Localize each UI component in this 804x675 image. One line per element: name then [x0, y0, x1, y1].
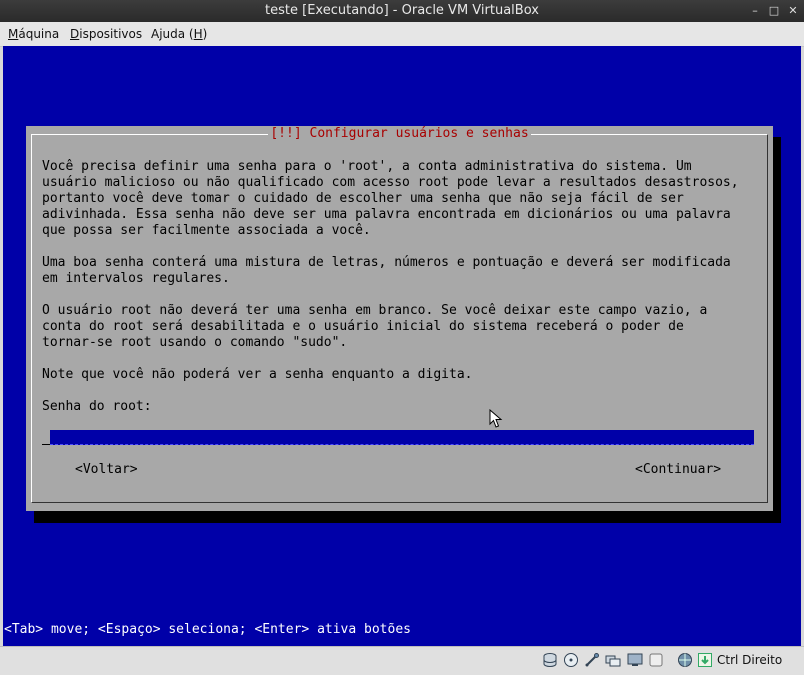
paragraph-hidden-input: Note que você não poderá ver a senha enq… [42, 367, 473, 382]
help-line: <Tab> move; <Espaço> seleciona; <Enter> … [4, 622, 411, 637]
network-icon[interactable] [677, 652, 693, 668]
paragraph-blank-password: O usuário root não deverá ter uma senha … [42, 303, 708, 350]
paragraph-good-password: Uma boa senha conterá uma mistura de let… [42, 255, 731, 286]
status-bar: Ctrl Direito [0, 646, 804, 675]
host-key-icon[interactable] [697, 652, 713, 668]
menu-dispositivos[interactable]: Dispositivos [70, 27, 142, 41]
root-password-input[interactable] [50, 430, 754, 445]
shared-folders-icon[interactable] [605, 652, 621, 668]
host-key-label: Ctrl Direito [717, 653, 783, 667]
dialog-title: [!!] Configurar usuários e senhas [268, 126, 531, 141]
input-left-marker [42, 430, 50, 445]
usb-icon[interactable] [584, 652, 600, 668]
installer-dialog: [!!] Configurar usuários e senhas Você p… [26, 126, 773, 511]
vm-screen[interactable]: [!!] Configurar usuários e senhas Você p… [3, 46, 801, 646]
optical-drive-icon[interactable] [563, 652, 579, 668]
back-button[interactable]: <Voltar> [75, 462, 138, 477]
paragraph-root-intro: Você precisa definir uma senha para o 'r… [42, 159, 739, 238]
minimize-button[interactable]: – [748, 4, 762, 18]
menu-ajuda[interactable]: Ajuda (H) [151, 27, 207, 41]
mouse-pointer-icon [489, 409, 503, 428]
window-title: teste [Executando] - Oracle VM VirtualBo… [265, 3, 539, 18]
menu-bar: Máquina Dispositivos Ajuda (H) [0, 22, 804, 47]
display-icon[interactable] [627, 652, 643, 668]
hard-disk-icon[interactable] [542, 652, 558, 668]
continue-button[interactable]: <Continuar> [635, 462, 721, 477]
capture-icon[interactable] [648, 652, 664, 668]
close-button[interactable]: ✕ [786, 4, 800, 18]
root-password-label: Senha do root: [42, 399, 152, 414]
maximize-button[interactable]: □ [767, 4, 781, 18]
menu-maquina[interactable]: Máquina [8, 27, 59, 41]
window-title-bar[interactable]: teste [Executando] - Oracle VM VirtualBo… [0, 0, 804, 22]
